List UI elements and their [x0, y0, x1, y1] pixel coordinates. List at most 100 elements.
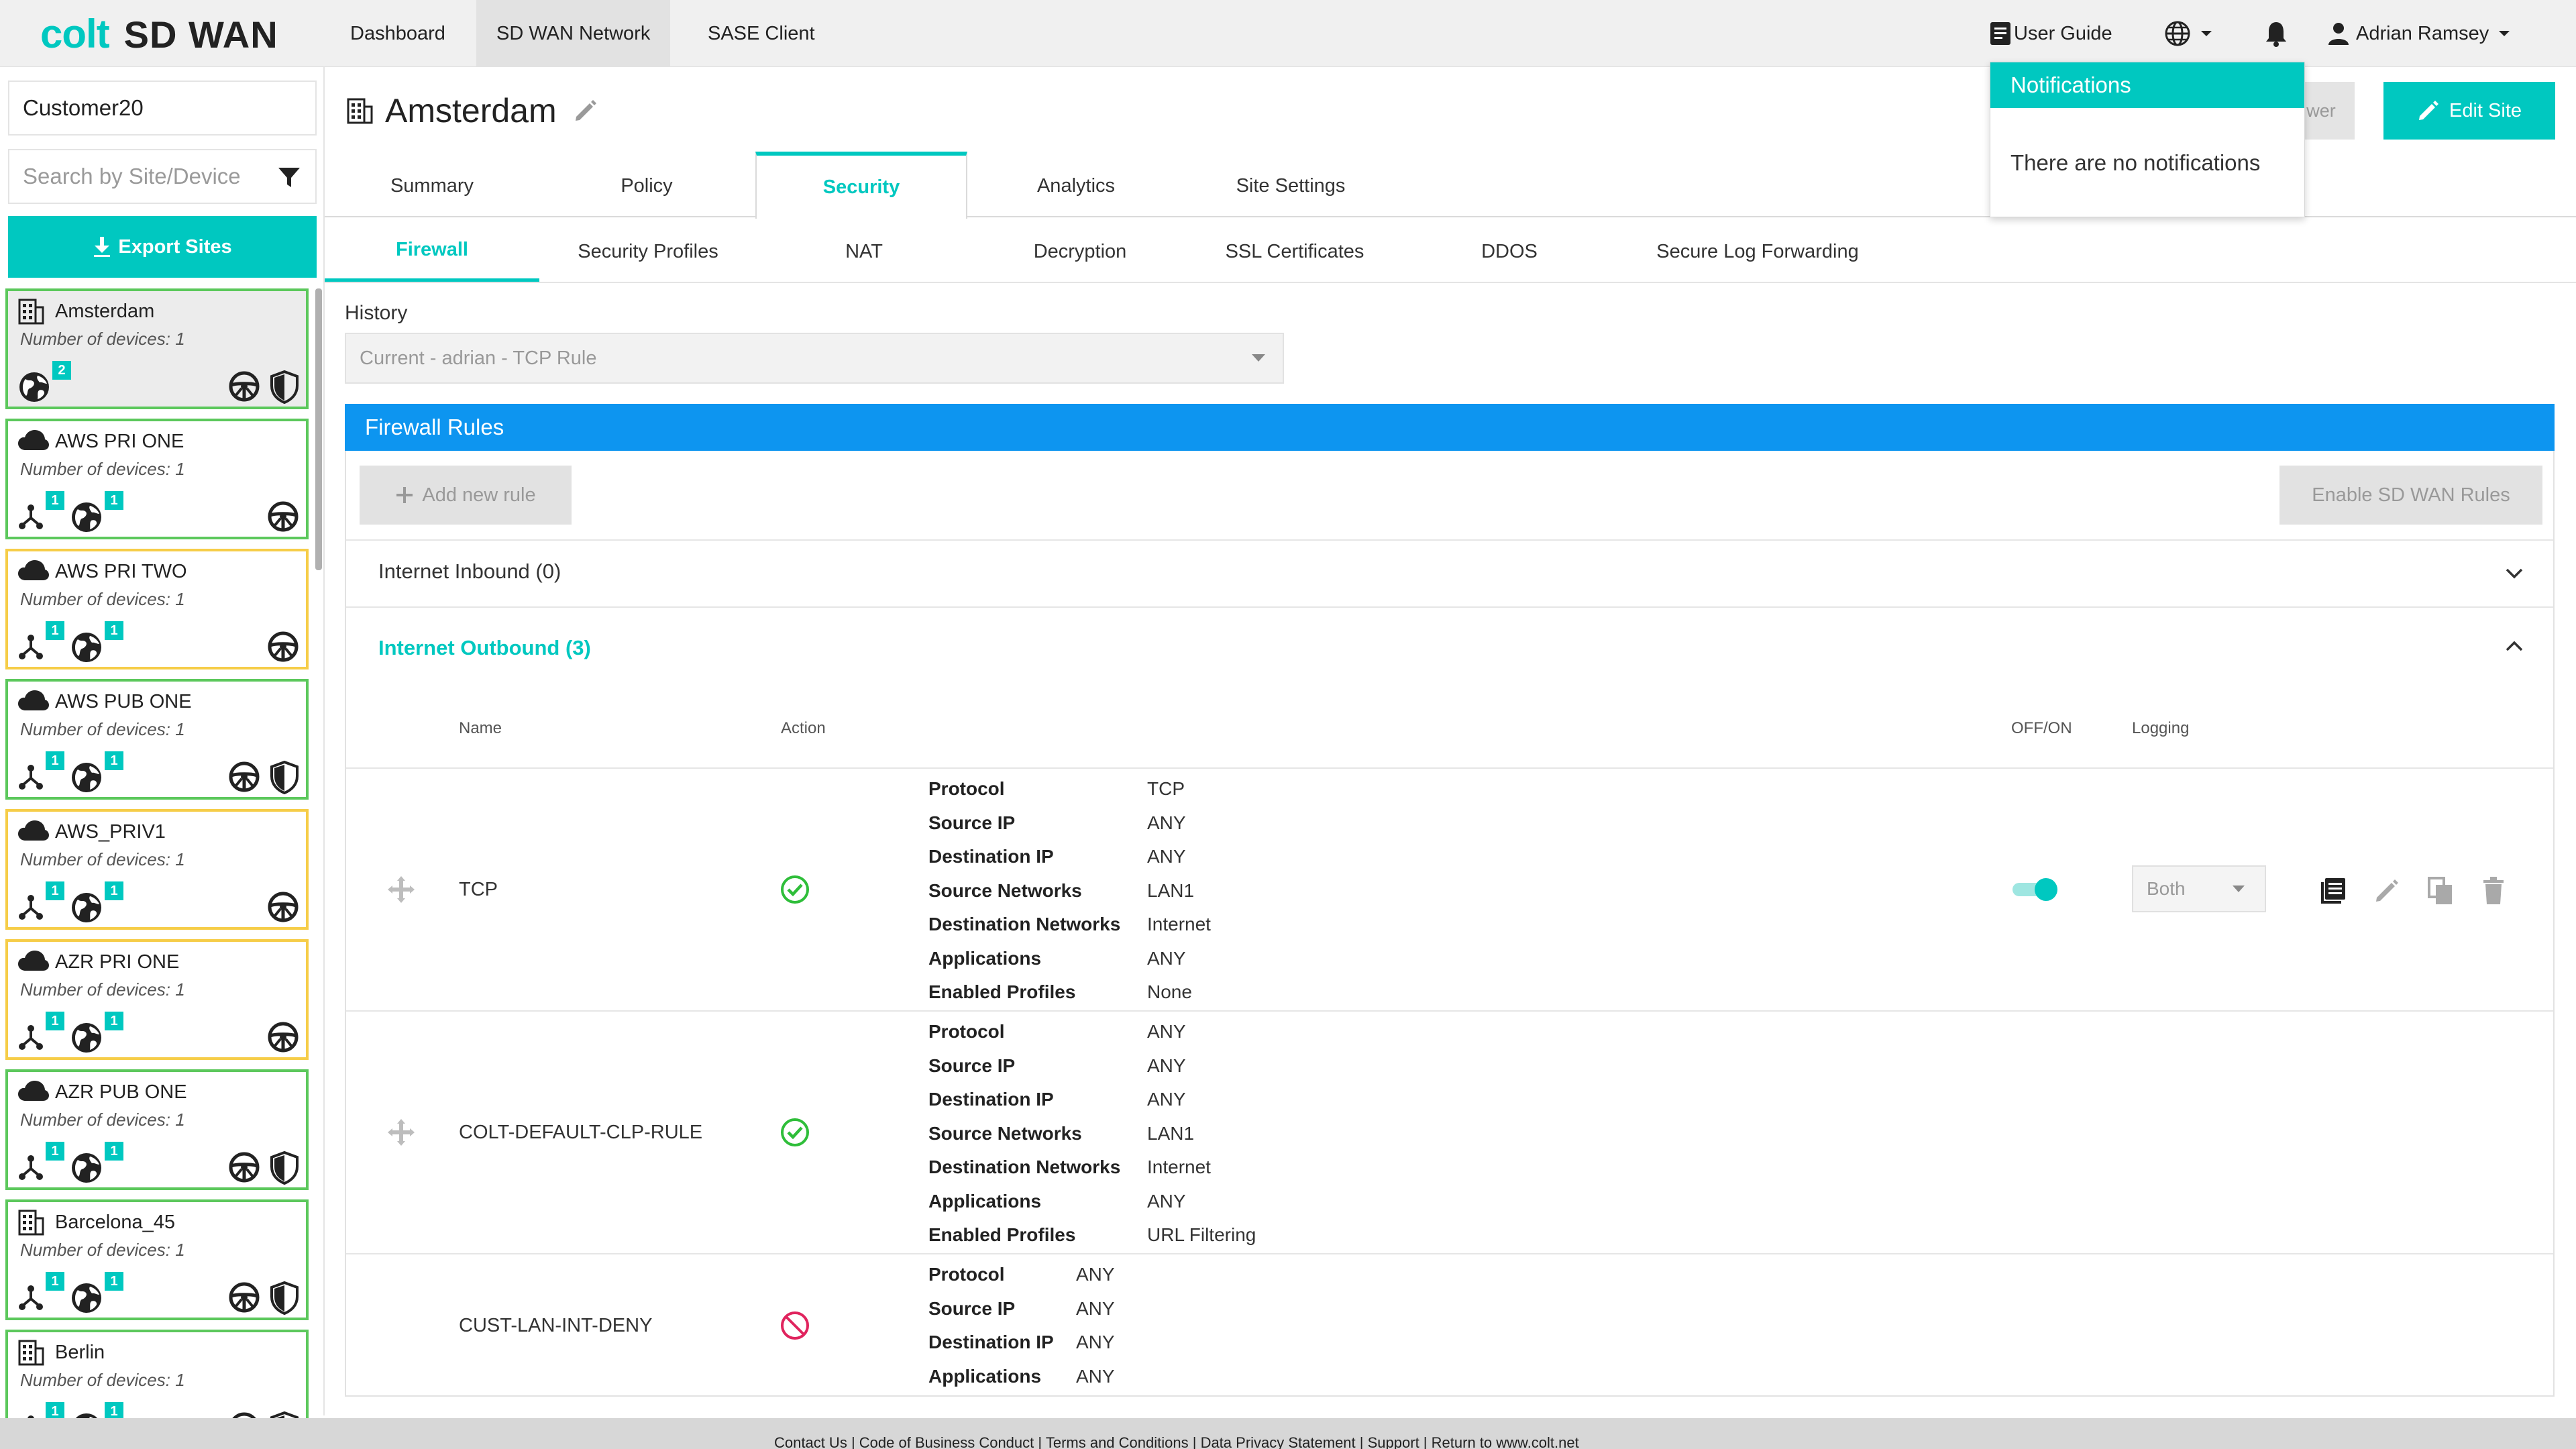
subtab-ddos[interactable]: DDOS — [1402, 221, 1617, 282]
nav-sd-wan-network[interactable]: SD WAN Network — [476, 0, 671, 67]
shield-icon[interactable] — [270, 1151, 299, 1185]
steering-wheel-icon[interactable] — [228, 1151, 260, 1185]
site-item[interactable]: Barcelona_45 Number of devices: 111 — [5, 1199, 309, 1320]
footer-link[interactable]: Terms and Conditions — [1046, 1434, 1189, 1449]
user-icon — [2328, 22, 2349, 45]
tab-site-settings[interactable]: Site Settings — [1183, 156, 1398, 216]
subtab-decryption[interactable]: Decryption — [973, 221, 1187, 282]
steering-wheel-icon[interactable] — [267, 500, 299, 533]
edit-site-button[interactable]: Edit Site — [2383, 82, 2555, 140]
rule-detail-value: Internet — [1147, 1157, 1211, 1177]
network-icon — [17, 1154, 44, 1181]
shield-icon[interactable] — [270, 761, 299, 794]
rule-detail-key: Protocol — [928, 778, 1005, 799]
steering-wheel-icon[interactable] — [228, 370, 260, 404]
rule-detail-key: Enabled Profiles — [928, 981, 1076, 1002]
edit-site-label: Edit Site — [2449, 99, 2522, 121]
site-badges: 11 — [17, 491, 129, 534]
tab-security[interactable]: Security — [755, 152, 967, 219]
rule-detail-key: Source IP — [928, 812, 1016, 833]
internet-outbound-section[interactable]: Internet Outbound (3) — [378, 636, 591, 660]
footer-link[interactable]: Code of Business Conduct — [859, 1434, 1034, 1449]
site-badges: 11 — [17, 751, 129, 794]
site-device-count: Number of devices: 1 — [20, 1370, 185, 1390]
steering-wheel-icon[interactable] — [228, 761, 260, 794]
colt-logo[interactable]: colt SD WAN — [40, 11, 278, 58]
add-new-rule-button[interactable]: Add new rule — [360, 466, 572, 525]
rule-detail-value: ANY — [1147, 947, 1186, 969]
nav-sase-client[interactable]: SASE Client — [688, 0, 835, 67]
site-item[interactable]: AWS PRI ONE Number of devices: 111 — [5, 419, 309, 539]
export-sites-button[interactable]: Export Sites — [8, 216, 317, 278]
view-logs-icon[interactable] — [2318, 876, 2348, 906]
site-item[interactable]: AWS PRI TWO Number of devices: 111 — [5, 549, 309, 669]
caret-down-icon — [2233, 885, 2245, 892]
rule-detail-key: Source Networks — [928, 879, 1082, 901]
user-guide-link[interactable]: User Guide — [1990, 0, 2112, 67]
edit-title-pencil-icon[interactable] — [573, 98, 598, 123]
site-search-input[interactable]: Search by Site/Device — [8, 149, 317, 204]
filter-icon[interactable] — [278, 166, 301, 189]
site-device-count: Number of devices: 1 — [20, 459, 185, 479]
rule-name: COLT-DEFAULT-CLP-RULE — [459, 1122, 703, 1143]
logging-select[interactable]: Both — [2132, 865, 2266, 912]
device-count-badge: 1 — [46, 881, 64, 900]
chevron-down-icon[interactable] — [2505, 568, 2524, 580]
steering-wheel-icon[interactable] — [267, 891, 299, 923]
site-item[interactable]: AWS PUB ONE Number of devices: 111 — [5, 679, 309, 800]
globe-icon — [70, 1281, 103, 1315]
site-actions — [267, 631, 299, 663]
site-item[interactable]: AWS_PRIV1 Number of devices: 111 — [5, 809, 309, 930]
nav-dashboard[interactable]: Dashboard — [330, 0, 466, 67]
caret-down-icon — [2200, 30, 2212, 38]
user-menu[interactable]: Adrian Ramsey — [2328, 0, 2510, 67]
device-count-badge: 1 — [46, 491, 64, 510]
network-icon — [17, 633, 44, 660]
rule-detail-key: Destination Networks — [928, 914, 1121, 934]
enable-sd-wan-rules-button[interactable]: Enable SD WAN Rules — [2279, 466, 2542, 525]
shield-icon[interactable] — [270, 1281, 299, 1315]
cloud-icon — [17, 818, 50, 843]
copy-rule-icon[interactable] — [2427, 876, 2454, 906]
footer-link[interactable]: Return to www.colt.net — [1432, 1434, 1579, 1449]
footer-link[interactable]: Data Privacy Statement — [1201, 1434, 1356, 1449]
drag-handle-icon[interactable] — [386, 875, 416, 904]
rule-detail-key: Applications — [928, 1365, 1042, 1387]
sidebar-scrollbar[interactable] — [315, 288, 322, 570]
footer-link[interactable]: Contact Us — [774, 1434, 847, 1449]
site-item[interactable]: Amsterdam Number of devices: 1 2 — [5, 288, 309, 409]
tab-analytics[interactable]: Analytics — [969, 156, 1183, 216]
site-item[interactable]: AZR PUB ONE Number of devices: 111 — [5, 1069, 309, 1190]
language-selector[interactable] — [2164, 0, 2212, 67]
history-select[interactable]: Current - adrian - TCP Rule — [345, 333, 1284, 384]
internet-inbound-section[interactable]: Internet Inbound (0) — [378, 559, 561, 584]
site-actions — [267, 891, 299, 923]
tab-summary[interactable]: Summary — [325, 156, 539, 216]
subtab-secure-log-forwarding[interactable]: Secure Log Forwarding — [1617, 221, 1898, 282]
shield-icon[interactable] — [270, 370, 299, 404]
edit-rule-pencil-icon[interactable] — [2373, 877, 2400, 904]
rule-detail-value: LAN1 — [1147, 1122, 1195, 1144]
tab-policy[interactable]: Policy — [539, 156, 754, 216]
rule-enabled-toggle[interactable] — [2011, 876, 2062, 906]
steering-wheel-icon[interactable] — [228, 1281, 260, 1315]
building-icon — [17, 1209, 44, 1236]
notifications-button[interactable] — [2265, 0, 2288, 67]
delete-rule-trash-icon[interactable] — [2482, 876, 2505, 906]
rule-detail-value: ANY — [1147, 1055, 1186, 1076]
steering-wheel-icon[interactable] — [267, 631, 299, 663]
site-actions — [228, 1281, 299, 1315]
site-badges: 11 — [17, 1012, 129, 1055]
subtab-nat[interactable]: NAT — [757, 221, 971, 282]
device-count-badge: 1 — [46, 621, 64, 640]
steering-wheel-icon[interactable] — [267, 1021, 299, 1053]
customer-selector[interactable]: Customer20 — [8, 80, 317, 136]
site-item[interactable]: AZR PRI ONE Number of devices: 111 — [5, 939, 309, 1060]
subtab-firewall[interactable]: Firewall — [325, 221, 539, 282]
subtab-security-profiles[interactable]: Security Profiles — [541, 221, 755, 282]
subtab-ssl-certificates[interactable]: SSL Certificates — [1187, 221, 1402, 282]
chevron-up-icon[interactable] — [2505, 640, 2524, 652]
drag-handle-icon[interactable] — [386, 1118, 416, 1147]
rule-detail-key: Protocol — [928, 1021, 1005, 1042]
footer-link[interactable]: Support — [1368, 1434, 1419, 1449]
